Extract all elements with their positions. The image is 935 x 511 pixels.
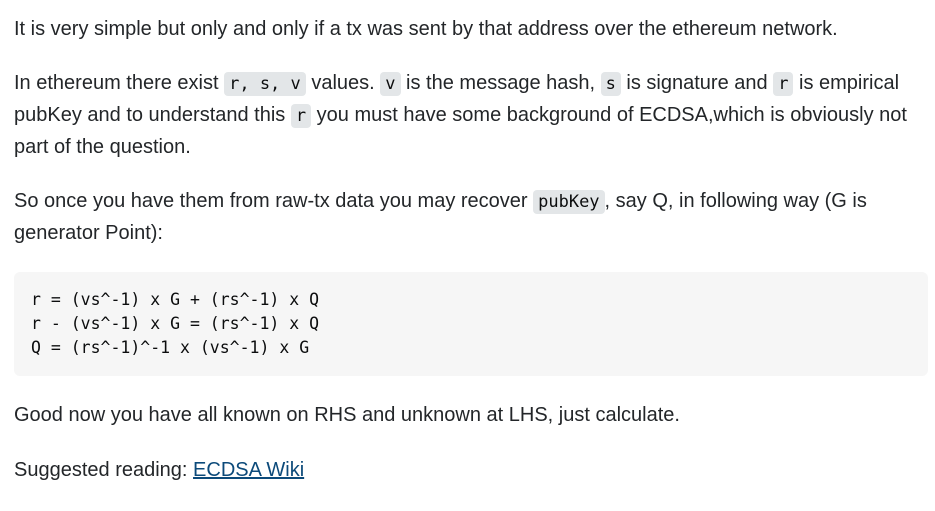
inline-code-r-second: r (290, 104, 312, 128)
text-segment: So once you have them from raw-tx data y… (14, 190, 534, 212)
ecdsa-wiki-link[interactable]: ECDSA Wiki (193, 459, 304, 481)
inline-code-s: s (600, 72, 621, 96)
inline-code-rsv: r, s, v (224, 72, 306, 96)
answer-body: It is very simple but only and only if a… (0, 0, 935, 486)
text-segment: is the message hash, (400, 72, 601, 94)
inline-code-r: r (773, 72, 794, 96)
text-segment: is signature and (620, 72, 774, 94)
paragraph-suggested-reading: Suggested reading: ECDSA Wiki (14, 455, 928, 486)
suggested-reading-label: Suggested reading: (14, 459, 194, 481)
inline-code-v: v (380, 72, 401, 96)
inline-code-pubkey: pubKey (533, 190, 605, 214)
paragraph-calculate: Good now you have all known on RHS and u… (14, 404, 680, 426)
text-segment: In ethereum there exist (14, 72, 225, 94)
code-line-3: Q = (rs^-1)^-1 x (vs^-1) x G (31, 338, 310, 357)
paragraph-signature-values: In ethereum there exist r, s, v values. … (14, 68, 928, 163)
paragraph-intro: It is very simple but only and only if a… (14, 18, 838, 40)
code-line-2: r - (vs^-1) x G = (rs^-1) x Q (31, 314, 320, 333)
code-line-1: r = (vs^-1) x G + (rs^-1) x Q (31, 290, 320, 309)
paragraph-recover-pubkey: So once you have them from raw-tx data y… (14, 186, 928, 249)
code-block-equations[interactable]: r = (vs^-1) x G + (rs^-1) x Q r - (vs^-1)… (14, 272, 928, 376)
text-segment: values. (305, 72, 381, 94)
